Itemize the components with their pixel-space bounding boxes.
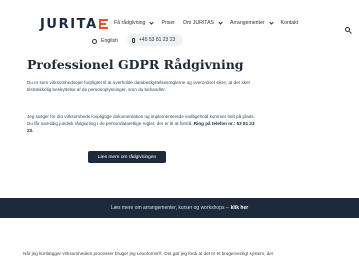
nav-label: Arrangementer (230, 20, 265, 26)
chevron-down-icon (218, 19, 223, 25)
page-title: Professionel GDPR Rådgivning (27, 57, 244, 72)
nav-item-priser[interactable]: Priser (161, 20, 175, 26)
nav-item-faa-raadgivning[interactable]: Få rådgivning (114, 19, 155, 26)
nav-label: Kontakt (280, 20, 299, 26)
service-paragraph: Jeg sørger for din virksomheds lovpligti… (27, 113, 257, 134)
chevron-down-icon (149, 19, 155, 25)
language-label: English (101, 38, 119, 44)
nav-label: Om JURITAS (182, 20, 215, 26)
nav-label: Priser (161, 20, 175, 26)
logo-mark-icon (98, 18, 108, 31)
nav-item-om-juritas[interactable]: Om JURITAS (182, 19, 223, 26)
nav-item-kontakt[interactable]: Kontakt (281, 20, 299, 26)
phone-number: +45 53 81 23 23 (139, 37, 176, 43)
search-icon[interactable] (345, 27, 352, 34)
nav-item-arrangementer[interactable]: Arrangementer (230, 19, 274, 26)
nav-label: Få rådgivning (114, 20, 146, 26)
events-banner-text: Læs mere om arrangementer, kurser og wor… (110, 205, 229, 211)
events-banner: Læs mere om arrangementer, kurser og wor… (0, 198, 359, 218)
phone-button[interactable]: +45 53 81 23 23 (127, 34, 183, 46)
phone-icon (132, 37, 135, 43)
events-link[interactable]: klik her (231, 205, 249, 211)
intro-paragraph: Du er som virksomhedsejer forpligtet til… (27, 80, 251, 92)
globe-icon (92, 38, 97, 44)
chevron-down-icon (269, 19, 274, 25)
lexoforms-paragraph: Når jeg kortlægger virksomheders process… (23, 251, 274, 256)
main-nav: Få rådgivning Priser Om JURITAS Arrangem… (114, 19, 306, 26)
logo[interactable]: JURITA (40, 16, 109, 32)
read-more-button[interactable]: Læs mere om rådgivningen (88, 151, 166, 163)
language-switch[interactable]: English (92, 38, 118, 44)
logo-text: JURITA (40, 16, 98, 32)
